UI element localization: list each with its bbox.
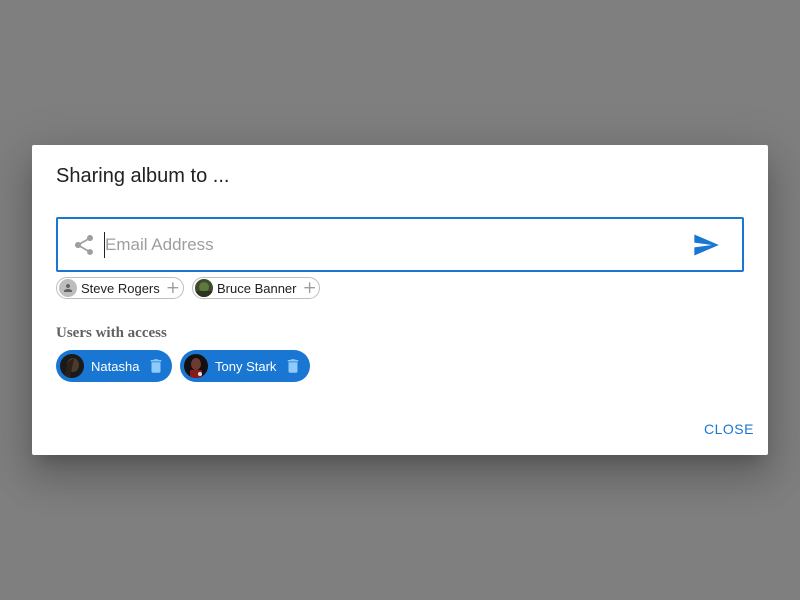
suggestion-chip-bruce-banner[interactable]: Bruce Banner + [192, 277, 320, 299]
share-icon [75, 235, 93, 255]
photo-avatar [60, 354, 84, 378]
access-chip-tony-stark[interactable]: Tony Stark [180, 350, 310, 382]
add-icon[interactable]: + [303, 279, 317, 297]
user-label: Tony Stark [215, 358, 277, 374]
close-button[interactable]: CLOSE [696, 417, 762, 441]
photo-avatar [184, 354, 208, 378]
access-chip-natasha[interactable]: Natasha [56, 350, 172, 382]
users-with-access-heading: Users with access [56, 325, 167, 341]
trash-icon[interactable] [284, 356, 302, 376]
add-icon[interactable]: + [166, 279, 180, 297]
user-label: Natasha [91, 358, 140, 374]
dialog-title: Sharing album to ... [56, 165, 230, 187]
send-icon[interactable] [692, 231, 720, 259]
trash-icon[interactable] [147, 356, 165, 376]
email-input-container[interactable] [56, 217, 744, 272]
suggestion-chip-steve-rogers[interactable]: Steve Rogers + [56, 277, 184, 299]
suggestion-label: Bruce Banner [217, 280, 297, 296]
person-icon [59, 279, 77, 297]
share-album-dialog: Sharing album to ... Steve Rogers + [32, 145, 768, 455]
photo-avatar [195, 279, 213, 297]
email-address-input[interactable] [104, 232, 665, 258]
suggestion-label: Steve Rogers [81, 280, 160, 296]
